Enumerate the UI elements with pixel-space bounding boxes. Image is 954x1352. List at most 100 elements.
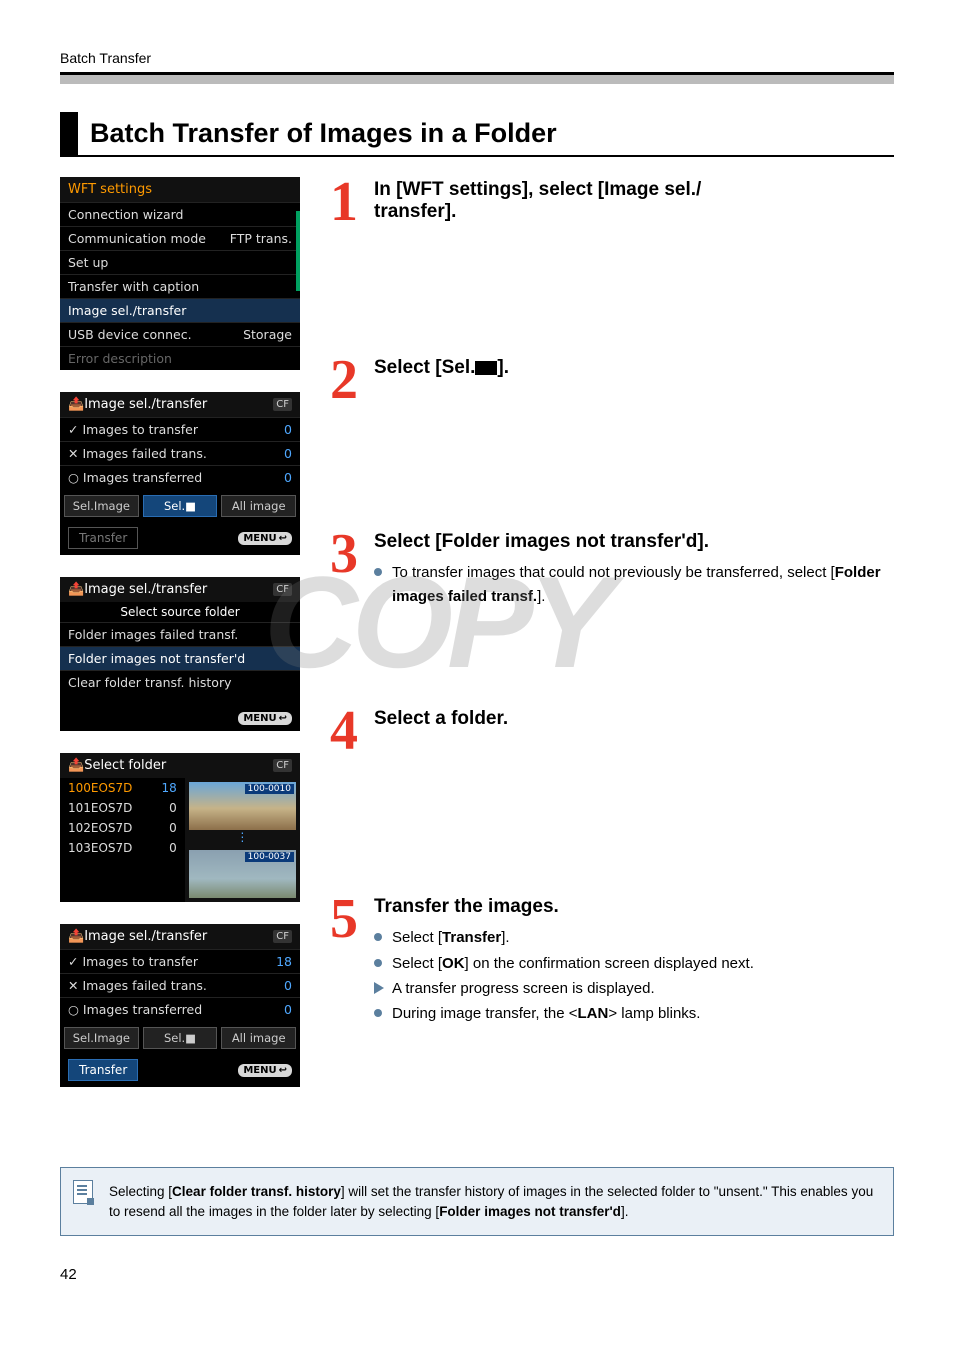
count-label: Images to transfer	[82, 954, 198, 969]
button-row: Sel.Image Sel.■ All image	[60, 489, 300, 523]
all-image-button[interactable]: All image	[221, 495, 296, 517]
section-title-wrap: Batch Transfer of Images in a Folder	[60, 112, 894, 157]
bullet-bold: Transfer	[442, 929, 501, 946]
step-number: 3	[324, 529, 364, 610]
note-box: Selecting [Clear folder transf. history]…	[60, 1167, 894, 1236]
menu-value: FTP trans.	[230, 231, 292, 246]
bullet-text: ].	[501, 929, 509, 946]
bullet-icon	[374, 933, 382, 941]
menu-label: Clear folder transf. history	[68, 675, 232, 690]
count-value: 0	[284, 422, 292, 437]
bullet-text: To transfer images that could not previo…	[392, 564, 835, 581]
menu-item-selected[interactable]: Folder images not transfer'd	[60, 646, 300, 670]
step-head-text: ].	[497, 357, 509, 378]
folder-row[interactable]: 103EOS7D0	[60, 838, 185, 858]
folder-name: 102EOS7D	[68, 821, 132, 835]
menu-label: Folder images failed transf.	[68, 627, 238, 642]
menu-back-chip[interactable]: MENU ↩	[238, 532, 292, 545]
folder-preview: 100-0010 ⋮ 100-0037	[185, 778, 300, 902]
bullet-icon	[374, 959, 382, 967]
menu-item[interactable]: USB device connec.Storage	[60, 322, 300, 346]
count-label: Images to transfer	[82, 422, 198, 437]
check-icon: ✓	[68, 422, 78, 437]
sel-image-button[interactable]: Sel.Image	[64, 1027, 139, 1049]
sel-image-button[interactable]: Sel.Image	[64, 495, 139, 517]
menu-label: Image sel./transfer	[68, 303, 186, 318]
count-row: ○ Images transferred0	[60, 997, 300, 1021]
bullet-text: A transfer progress screen is displayed.	[392, 980, 655, 997]
step-number: 2	[324, 355, 364, 405]
bullet: Select [Transfer].	[374, 926, 894, 949]
menu-item[interactable]: Communication modeFTP trans.	[60, 226, 300, 250]
folder-row[interactable]: 101EOS7D0	[60, 798, 185, 818]
step-heading: Transfer the images.	[374, 896, 894, 918]
bullet-icon	[374, 1009, 382, 1017]
check-icon: ✓	[68, 954, 78, 969]
step-number: 1	[324, 177, 364, 231]
thumbnail: 100-0037	[189, 850, 296, 898]
panel-select-folder: 📤Select folder CF 100EOS7D18 101EOS7D0 1…	[60, 753, 300, 902]
menu-label: Error description	[68, 351, 172, 366]
panel-title: 📤Select folder CF	[60, 753, 300, 778]
bullet: During image transfer, the <LAN> lamp bl…	[374, 1002, 894, 1025]
thumb-separator: ⋮	[189, 834, 296, 846]
header-rule	[60, 72, 894, 84]
step-head-text: In [WFT settings], select [Image sel./	[374, 179, 701, 200]
bullet-text: During image transfer, the <	[392, 1005, 578, 1022]
folder-count: 0	[169, 801, 177, 815]
circle-icon: ○	[68, 470, 79, 485]
folder-name: 100EOS7D	[68, 781, 132, 795]
menu-item[interactable]: Set up	[60, 250, 300, 274]
menu-label: Connection wizard	[68, 207, 183, 222]
note-text: Selecting [	[109, 1184, 172, 1199]
panel-image-sel-transfer-2: 📤Image sel./transfer CF ✓ Images to tran…	[60, 924, 300, 1087]
cf-badge: CF	[273, 583, 292, 596]
all-image-button[interactable]: All image	[221, 1027, 296, 1049]
menu-item[interactable]: Folder images failed transf.	[60, 622, 300, 646]
menu-item-disabled: Error description	[60, 346, 300, 370]
cf-badge: CF	[273, 759, 292, 772]
sel-folder-button[interactable]: Sel.■	[143, 495, 218, 517]
note-icon	[73, 1180, 93, 1204]
folder-icon	[475, 361, 497, 375]
menu-item[interactable]: Transfer with caption	[60, 274, 300, 298]
sel-folder-button[interactable]: Sel.■	[143, 1027, 218, 1049]
bullet-bold: OK	[442, 955, 465, 972]
menu-item[interactable]: Clear folder transf. history	[60, 670, 300, 694]
step-head-text: Select [Sel.	[374, 357, 475, 378]
folder-row[interactable]: 100EOS7D18	[60, 778, 185, 798]
count-label: Images transferred	[83, 1002, 202, 1017]
note-bold: Folder images not transfer'd	[439, 1204, 621, 1219]
transfer-button[interactable]: Transfer	[68, 527, 138, 549]
step-1: 1 In [WFT settings], select [Image sel./…	[324, 177, 894, 231]
triangle-icon	[374, 982, 384, 994]
bullet-text: Select [	[392, 929, 442, 946]
menu-item[interactable]: Connection wizard	[60, 202, 300, 226]
panel-title: WFT settings	[60, 177, 300, 202]
panel-wft-settings: WFT settings Connection wizard Communica…	[60, 177, 300, 370]
button-row: Sel.Image Sel.■ All image	[60, 1021, 300, 1055]
thumb-label: 100-0010	[245, 784, 294, 794]
step-4: 4 Select a folder.	[324, 706, 894, 756]
menu-value: Storage	[243, 327, 292, 342]
note-text: ].	[621, 1204, 629, 1219]
panel-title: 📤Image sel./transfer CF	[60, 577, 300, 602]
bullet-icon	[374, 568, 382, 576]
menu-label: Folder images not transfer'd	[68, 651, 245, 666]
step-heading: In [WFT settings], select [Image sel./ t…	[374, 179, 894, 223]
panel-select-source-folder: 📤Image sel./transfer CF Select source fo…	[60, 577, 300, 731]
menu-item-selected[interactable]: Image sel./transfer	[60, 298, 300, 322]
panel-title: 📤Image sel./transfer CF	[60, 392, 300, 417]
step-heading: Select a folder.	[374, 708, 894, 730]
menu-back-chip[interactable]: MENU ↩	[238, 712, 292, 725]
page-number: 42	[60, 1266, 894, 1283]
scrollbar-indicator	[296, 211, 300, 291]
count-label: Images failed trans.	[82, 978, 206, 993]
transfer-button[interactable]: Transfer	[68, 1059, 138, 1081]
menu-back-chip[interactable]: MENU ↩	[238, 1064, 292, 1077]
panel-subtitle: Select source folder	[60, 602, 300, 622]
menu-label: MENU	[243, 533, 276, 544]
menu-label: MENU	[243, 1065, 276, 1076]
menu-label: MENU	[243, 713, 276, 724]
folder-row[interactable]: 102EOS7D0	[60, 818, 185, 838]
